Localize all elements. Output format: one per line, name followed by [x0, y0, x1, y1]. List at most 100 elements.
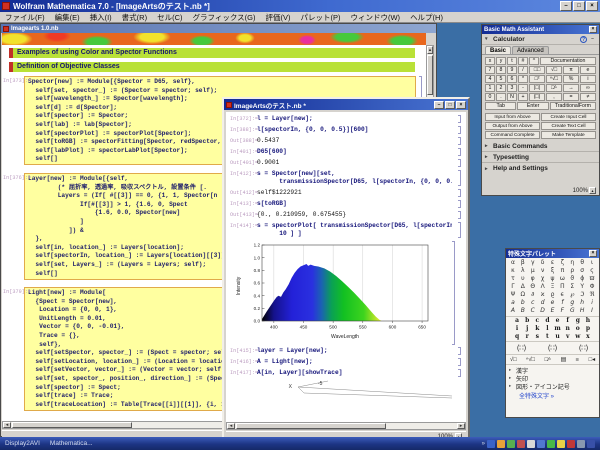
char-button[interactable]: ℜ: [587, 291, 597, 299]
calc-key[interactable]: x: [485, 57, 495, 65]
cell-bracket[interactable]: [458, 170, 461, 186]
tray-icon[interactable]: [487, 440, 495, 448]
scroll-right-icon[interactable]: ▸: [457, 423, 465, 429]
calc-key[interactable]: N: [507, 93, 517, 101]
char-button[interactable]: i: [512, 325, 522, 333]
section-help-and-settings[interactable]: ▸ Help and Settings: [482, 163, 599, 174]
matrix-template-button[interactable]: (∷): [579, 344, 588, 352]
char-button[interactable]: δ: [538, 259, 548, 267]
menu-item[interactable]: 編集(E): [50, 12, 85, 23]
char-button[interactable]: ν: [538, 267, 548, 275]
char-button[interactable]: e: [553, 317, 563, 325]
char-button[interactable]: φ: [528, 275, 538, 283]
char-button[interactable]: Δ: [518, 283, 528, 291]
char-button[interactable]: b: [518, 299, 528, 307]
action-button[interactable]: Input from Above: [485, 113, 540, 121]
char-button[interactable]: f: [557, 299, 567, 307]
matrix-template-button[interactable]: (∷): [517, 344, 526, 352]
char-button[interactable]: d: [538, 299, 548, 307]
cell-input[interactable]: l[spectorIn, {0, 0, 0.5}][600]: [257, 126, 368, 134]
action-button[interactable]: Create Text Cell: [541, 122, 596, 130]
template-button[interactable]: ≡: [576, 357, 579, 363]
calc-key[interactable]: ≠: [580, 93, 596, 101]
action-button[interactable]: Create Input Cell: [541, 113, 596, 121]
tray-icon[interactable]: [577, 440, 585, 448]
calc-key[interactable]: -: [518, 84, 528, 92]
calc-key[interactable]: e: [580, 66, 596, 74]
char-button[interactable]: A: [508, 307, 518, 315]
char-button[interactable]: h: [577, 299, 587, 307]
char-button[interactable]: ε: [548, 259, 558, 267]
calc-key[interactable]: ⁿ√□: [546, 75, 562, 83]
char-button[interactable]: γ: [528, 259, 538, 267]
char-button[interactable]: C: [528, 307, 538, 315]
imagearts-titlebar[interactable]: Imagearts 1.0.nb: [1, 24, 436, 33]
matrix-template-button[interactable]: (∷): [548, 344, 557, 352]
char-button[interactable]: d: [542, 317, 552, 325]
char-button[interactable]: b: [522, 317, 532, 325]
char-button[interactable]: f: [563, 317, 573, 325]
calc-key[interactable]: ,: [546, 93, 562, 101]
action-button[interactable]: Make Template: [541, 131, 596, 139]
menu-item[interactable]: ウィンドウ(W): [345, 12, 405, 23]
cell-bracket[interactable]: [458, 358, 461, 366]
palette-titlebar[interactable]: 特殊文字パレット ×: [506, 249, 599, 258]
cell-input[interactable]: A[in, Layer][showTrace]: [257, 369, 342, 377]
scroll-up-icon[interactable]: ▴: [427, 46, 433, 54]
menu-item[interactable]: 書式(R): [117, 12, 152, 23]
tree-item-arrows[interactable]: ▸ 矢印: [509, 374, 596, 382]
calc-key[interactable]: 6: [507, 75, 517, 83]
char-button[interactable]: ζ: [557, 259, 567, 267]
char-button[interactable]: u: [553, 333, 563, 341]
scrollbar-thumb[interactable]: [427, 55, 433, 95]
menu-item[interactable]: 評価(V): [260, 12, 295, 23]
calc-key[interactable]: π: [563, 66, 579, 74]
scroll-left-icon[interactable]: ◂: [3, 422, 11, 428]
calc-key[interactable]: i: [580, 75, 596, 83]
zoom-stepper[interactable]: ▴: [589, 187, 596, 194]
char-button[interactable]: s: [532, 333, 542, 341]
calc-key[interactable]: ^: [529, 57, 539, 65]
menu-item[interactable]: セル(C): [152, 12, 187, 23]
cell-input[interactable]: s = spectorPlot[ transmissionSpector[D65…: [257, 222, 452, 238]
char-button[interactable]: Γ: [508, 283, 518, 291]
char-button[interactable]: x: [583, 333, 593, 341]
maximize-button[interactable]: □: [573, 1, 585, 11]
char-button[interactable]: ς: [587, 267, 597, 275]
char-button[interactable]: ι: [587, 259, 597, 267]
calc-key[interactable]: (□): [529, 93, 545, 101]
char-button[interactable]: l: [542, 325, 552, 333]
char-button[interactable]: ϑ: [567, 275, 577, 283]
char-button[interactable]: n: [563, 325, 573, 333]
char-button[interactable]: ω: [557, 275, 567, 283]
cell-input[interactable]: s = Spector[new][set, transmissionSpecto…: [257, 170, 452, 186]
calc-key[interactable]: □²: [529, 75, 545, 83]
char-button[interactable]: τ: [508, 275, 518, 283]
char-button[interactable]: a: [508, 299, 518, 307]
cell-bracket[interactable]: [458, 222, 461, 238]
char-button[interactable]: k: [532, 325, 542, 333]
menu-item[interactable]: ファイル(F): [0, 12, 50, 23]
calc-key[interactable]: 1: [485, 84, 495, 92]
char-button[interactable]: G: [567, 307, 577, 315]
calc-key[interactable]: Tab: [485, 102, 516, 110]
char-button[interactable]: p: [583, 325, 593, 333]
calc-key[interactable]: |□|: [529, 84, 545, 92]
char-button[interactable]: F: [557, 307, 567, 315]
tray-icon[interactable]: [567, 440, 575, 448]
calc-key[interactable]: .: [496, 93, 506, 101]
close-button[interactable]: ×: [589, 250, 597, 257]
template-button[interactable]: ▤: [561, 357, 566, 363]
minimize-button[interactable]: –: [560, 1, 572, 11]
char-button[interactable]: o: [573, 325, 583, 333]
close-button[interactable]: ×: [589, 26, 597, 33]
char-button[interactable]: i: [587, 299, 597, 307]
char-button[interactable]: ρ: [567, 267, 577, 275]
tray-icon[interactable]: [507, 440, 515, 448]
taskbar-item-mathematica[interactable]: Mathematica...: [50, 440, 93, 447]
char-button[interactable]: ϕ: [577, 275, 587, 283]
char-button[interactable]: Π: [557, 283, 567, 291]
cell-bracket[interactable]: [458, 347, 461, 355]
menu-item[interactable]: ヘルプ(H): [405, 12, 448, 23]
menu-item[interactable]: グラフィックス(G): [188, 12, 261, 23]
